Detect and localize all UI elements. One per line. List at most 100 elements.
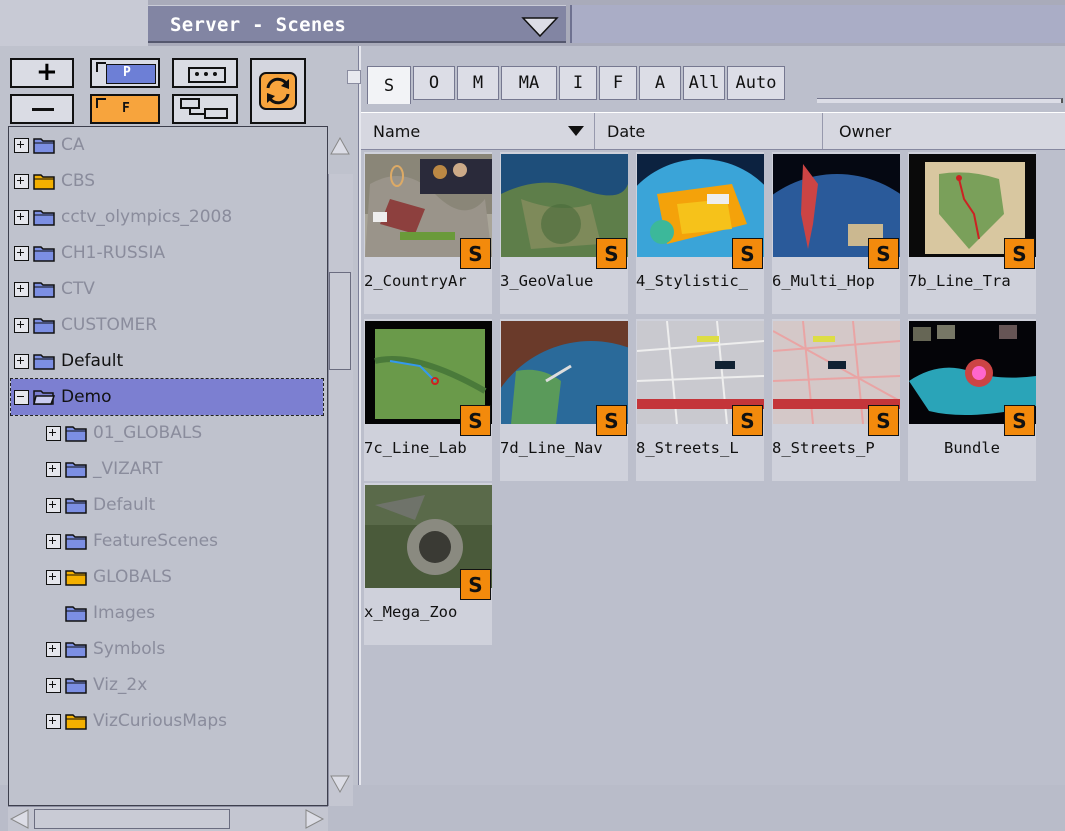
scene-thumbnail[interactable]: S 4_Stylistic_ (636, 152, 764, 314)
tab-f[interactable]: F (599, 66, 637, 100)
scene-thumbnail[interactable]: S 3_GeoValue (500, 152, 628, 314)
minus-icon (32, 108, 54, 111)
expand-icon[interactable] (14, 281, 29, 297)
expand-icon[interactable] (14, 245, 29, 261)
scene-thumbnail[interactable]: S 7d_Line_Nav (500, 319, 628, 481)
sort-descending-icon[interactable] (567, 125, 585, 137)
tab-o[interactable]: O (413, 66, 455, 100)
expand-icon[interactable] (46, 713, 61, 729)
folder-icon (65, 714, 87, 730)
tab-m[interactable]: M (457, 66, 499, 100)
tab-all[interactable]: All (683, 66, 725, 100)
tree-item[interactable]: GLOBALS (46, 559, 172, 595)
tree-item[interactable]: FeatureScenes (46, 523, 218, 559)
scene-thumbnail[interactable]: S 7b_Line_Tra (908, 152, 1036, 314)
folder-icon (33, 354, 55, 370)
folder-icon (65, 462, 87, 478)
expand-icon[interactable] (14, 317, 29, 333)
expand-icon[interactable] (46, 569, 61, 585)
expand-icon[interactable] (46, 425, 61, 441)
expand-icon[interactable] (46, 461, 61, 477)
tree-item[interactable]: CTV (14, 271, 95, 307)
scene-name: 2_CountryAr (364, 272, 467, 290)
tree-item[interactable]: CBS (14, 163, 95, 199)
scene-thumbnail[interactable]: S 8_Streets_L (636, 319, 764, 481)
scene-thumbnail[interactable]: S 2_CountryAr (364, 152, 492, 314)
expand-icon[interactable] (46, 677, 61, 693)
project-letter: P (123, 65, 131, 80)
tree-item[interactable]: Default (46, 487, 155, 523)
scroll-right-icon[interactable] (304, 808, 326, 830)
scene-folder-tree[interactable]: CA CBS cctv_olympics_2008 CH1-RUSSIA CTV CUST… (8, 126, 328, 806)
tree-item-label: cctv_olympics_2008 (61, 207, 233, 227)
add-folder-button[interactable]: F (90, 94, 160, 124)
tree-item[interactable]: Demo (10, 378, 324, 416)
expand-icon[interactable] (46, 533, 61, 549)
header-left-filler (0, 0, 148, 46)
tab-ma[interactable]: MA (501, 66, 557, 100)
splitter-handle[interactable] (347, 70, 361, 84)
scroll-down-icon[interactable] (329, 774, 351, 796)
scroll-up-icon[interactable] (329, 134, 351, 156)
collapse-icon[interactable] (14, 389, 29, 405)
tab-i[interactable]: I (559, 66, 597, 100)
refresh-button[interactable] (250, 58, 306, 124)
tree-view-button[interactable] (172, 94, 238, 124)
column-name[interactable]: Name (361, 113, 595, 149)
refresh-icon (259, 72, 297, 110)
expand-icon[interactable] (14, 137, 29, 153)
expand-icon[interactable] (46, 641, 61, 657)
tab-a[interactable]: A (639, 66, 681, 100)
scene-name: 8_Streets_P (772, 439, 875, 457)
scene-name: 3_GeoValue (500, 272, 594, 290)
view-mode-button[interactable] (172, 58, 238, 88)
expand-icon[interactable] (14, 209, 29, 225)
expand-icon[interactable] (14, 173, 29, 189)
remove-button[interactable] (10, 94, 74, 124)
scene-type-badge: S (1004, 405, 1035, 436)
tree-item-label: Default (61, 351, 124, 371)
scene-thumbnail[interactable]: Sx_Mega_Zoo (364, 483, 492, 645)
tree-item[interactable]: CA (14, 127, 85, 163)
scene-thumbnail[interactable]: S 8_Streets_P (772, 319, 900, 481)
tab-s[interactable]: S (367, 66, 411, 104)
add-button[interactable]: + (10, 57, 74, 88)
expand-icon[interactable] (46, 497, 61, 513)
panel-title-selector[interactable]: Server - Scenes (148, 5, 566, 43)
scene-name: x_Mega_Zoo (364, 603, 458, 621)
tree-item[interactable]: _VIZART (46, 451, 162, 487)
tree-item[interactable]: Viz_2x (46, 667, 147, 703)
scene-name: 8_Streets_L (636, 439, 739, 457)
panel-title: Server - Scenes (170, 14, 347, 36)
tree-item[interactable]: CH1-RUSSIA (14, 235, 165, 271)
tree-item[interactable]: VizCuriousMaps (46, 703, 227, 739)
scene-thumbnail[interactable]: S 6_Multi_Hop (772, 152, 900, 314)
scene-name: 7b_Line_Tra (908, 272, 1011, 290)
tree-item[interactable]: Symbols (46, 631, 165, 667)
tree-item[interactable]: Images (46, 595, 155, 631)
tree-item[interactable]: CUSTOMER (14, 307, 157, 343)
tree-item-label: CUSTOMER (61, 315, 158, 335)
scene-type-badge: S (460, 238, 491, 269)
column-date[interactable]: Date (595, 113, 823, 149)
add-project-button[interactable]: P (90, 58, 160, 88)
tree-vertical-scroll-thumb[interactable] (329, 272, 351, 370)
tree-item[interactable]: cctv_olympics_2008 (14, 199, 232, 235)
column-owner[interactable]: Owner (823, 113, 1065, 149)
tree-item[interactable]: Default (14, 343, 123, 379)
tree-horizontal-scrollbar[interactable] (8, 806, 328, 831)
scroll-left-icon[interactable] (8, 808, 30, 830)
tree-item-label: Demo (61, 387, 112, 407)
tree-horizontal-scroll-thumb[interactable] (34, 809, 230, 829)
tree-vertical-scrollbar[interactable] (328, 136, 353, 806)
scene-thumbnail[interactable]: S 7c_Line_Lab (364, 319, 492, 481)
scene-name: Bundle (944, 439, 1000, 457)
tree-view-icon (180, 98, 228, 119)
tree-item[interactable]: 01_GLOBALS (46, 415, 202, 451)
expand-icon[interactable] (14, 353, 29, 369)
tab-auto[interactable]: Auto (727, 66, 785, 100)
scene-thumbnail[interactable]: S Bundle (908, 319, 1036, 481)
dropdown-triangle-icon[interactable] (520, 15, 560, 39)
folder-letter: F (122, 101, 130, 116)
column-date-label: Date (607, 121, 646, 141)
